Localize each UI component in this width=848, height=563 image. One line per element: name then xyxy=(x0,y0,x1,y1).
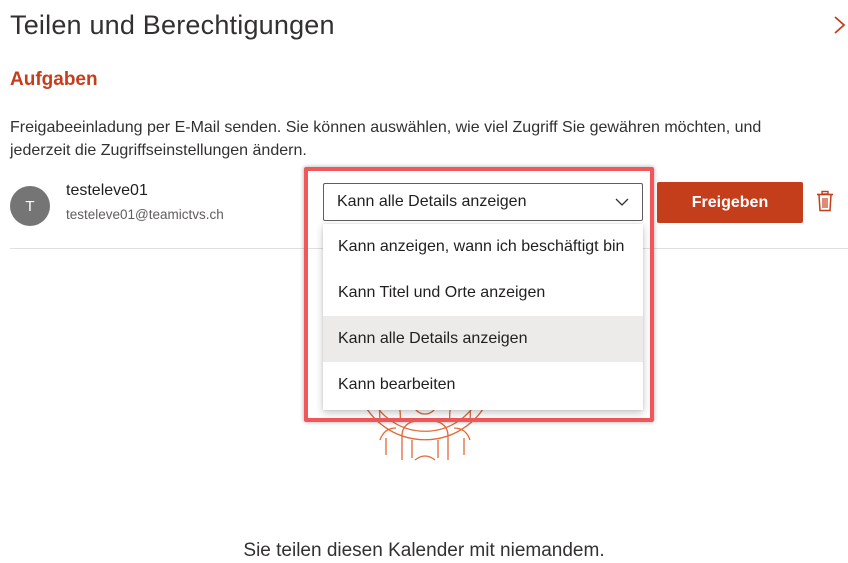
dropdown-option-busy[interactable]: Kann anzeigen, wann ich beschäftigt bin xyxy=(323,224,643,270)
dropdown-option-titles-locations[interactable]: Kann Titel und Orte anzeigen xyxy=(323,270,643,316)
section-heading: Aufgaben xyxy=(10,69,98,90)
user-email: testeleve01@teamictvs.ch xyxy=(66,207,224,222)
share-button[interactable]: Freigeben xyxy=(657,182,803,223)
section-description: Freigabeeinladung per E-Mail senden. Sie… xyxy=(10,119,762,159)
chevron-right-icon[interactable] xyxy=(832,14,848,36)
permission-dropdown: Kann anzeigen, wann ich beschäftigt bin … xyxy=(323,224,643,410)
dropdown-option-all-details[interactable]: Kann alle Details anzeigen xyxy=(323,316,643,362)
trash-icon[interactable] xyxy=(816,190,834,212)
user-name: testeleve01 xyxy=(66,182,148,199)
sharing-permissions-panel: Teilen und Berechtigungen Aufgaben Freig… xyxy=(0,0,848,563)
panel-title: Teilen und Berechtigungen xyxy=(10,10,335,40)
empty-state-message: Sie teilen diesen Kalender mit niemandem… xyxy=(243,540,605,561)
avatar: T xyxy=(10,186,50,226)
dropdown-option-edit[interactable]: Kann bearbeiten xyxy=(323,362,643,408)
avatar-initial: T xyxy=(25,197,35,215)
